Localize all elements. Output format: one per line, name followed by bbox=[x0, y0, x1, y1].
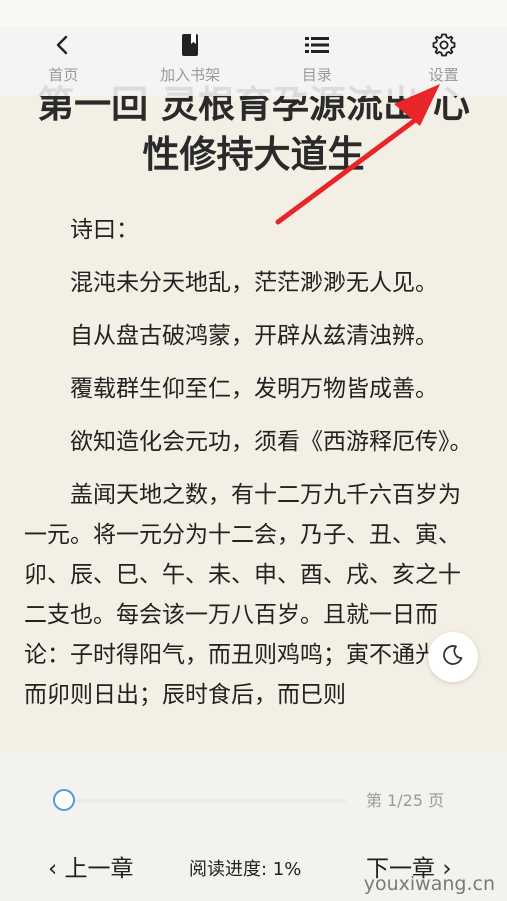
paragraph: 诗曰： bbox=[70, 217, 139, 243]
top-toolbar: 首页 加入书架 目录 设置 bbox=[0, 26, 507, 96]
home-label: 首页 bbox=[48, 66, 79, 84]
reading-progress-text: 阅读进度: 1% bbox=[189, 859, 302, 880]
previous-chapter-label: 上一章 bbox=[64, 856, 134, 882]
paragraph: 覆载群生仰至仁，发明万物皆成善。 bbox=[70, 376, 438, 402]
bottom-control-panel: 第 1/25 页 ‹ 上一章 阅读进度: 1% 下一章 › youxiwang.… bbox=[0, 751, 507, 901]
back-arrow-icon bbox=[50, 32, 76, 58]
bookmark-book-icon bbox=[177, 32, 203, 58]
table-of-contents-label: 目录 bbox=[301, 66, 332, 84]
add-to-bookshelf-button[interactable]: 加入书架 bbox=[130, 26, 250, 92]
paragraph: 欲知造化会元功，须看《西游释厄传》。 bbox=[70, 429, 473, 455]
list-icon bbox=[304, 32, 330, 58]
add-to-bookshelf-label: 加入书架 bbox=[160, 66, 221, 84]
paragraph: 盖闻天地之数，有十二万九千六百岁为一元。将一元分为十二会，乃子、丑、寅、卯、辰、… bbox=[24, 482, 461, 708]
chapter-title-line-2: 性修持大道生 bbox=[142, 133, 365, 176]
previous-chapter-button[interactable]: ‹ 上一章 bbox=[48, 851, 134, 887]
table-of-contents-button[interactable]: 目录 bbox=[257, 26, 377, 92]
gear-icon bbox=[431, 32, 457, 58]
home-button[interactable]: 首页 bbox=[3, 26, 123, 92]
moon-icon bbox=[441, 643, 465, 671]
page-progress-slider[interactable] bbox=[50, 789, 346, 813]
slider-thumb[interactable] bbox=[53, 789, 75, 811]
night-mode-button[interactable] bbox=[428, 632, 478, 682]
status-bar bbox=[0, 0, 507, 26]
settings-label: 设置 bbox=[428, 66, 459, 84]
chevron-left-icon: ‹ bbox=[48, 856, 58, 882]
watermark: youxiwang.cn bbox=[363, 873, 495, 895]
slider-track bbox=[62, 799, 346, 803]
paragraph: 混沌未分天地乱，茫茫渺渺无人见。 bbox=[70, 270, 438, 296]
settings-button[interactable]: 设置 bbox=[384, 26, 504, 92]
paragraph: 自从盘古破鸿蒙，开辟从兹清浊辨。 bbox=[70, 323, 438, 349]
page-indicator: 第 1/25 页 bbox=[366, 791, 445, 810]
